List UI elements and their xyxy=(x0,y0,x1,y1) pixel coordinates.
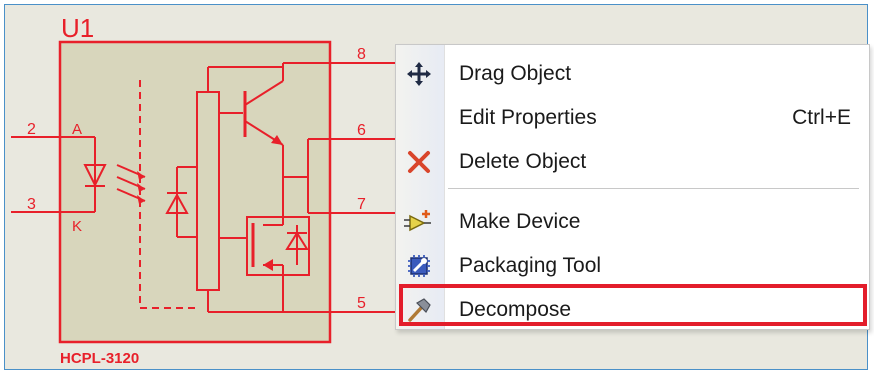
pin-a-label: A xyxy=(72,121,82,138)
context-menu: Drag Object Edit Properties Ctrl+E Delet… xyxy=(395,44,870,330)
menu-item-label: Decompose xyxy=(459,298,572,321)
menu-item-label: Packaging Tool xyxy=(459,254,602,277)
pin-8-label: 8 xyxy=(357,46,366,63)
menu-separator xyxy=(448,188,859,189)
hammer-icon xyxy=(404,296,434,324)
pin-7-label: 7 xyxy=(357,196,366,213)
menu-item-delete-object[interactable]: Delete Object xyxy=(396,140,869,184)
make-device-icon xyxy=(404,208,434,236)
menu-item-edit-properties[interactable]: Edit Properties Ctrl+E xyxy=(396,96,869,140)
component-body[interactable] xyxy=(58,40,332,344)
part-reference-label: U1 xyxy=(61,13,94,43)
pin-6-label: 6 xyxy=(357,122,366,139)
part-value-label: HCPL-3120 xyxy=(60,350,139,367)
pin-2-label: 2 xyxy=(27,121,36,138)
menu-item-make-device[interactable]: Make Device xyxy=(396,200,869,244)
delete-x-icon xyxy=(404,148,434,176)
packaging-tool-icon xyxy=(404,252,434,280)
menu-item-packaging-tool[interactable]: Packaging Tool xyxy=(396,244,869,288)
pin-k-label: K xyxy=(72,218,82,235)
menu-item-shortcut: Ctrl+E xyxy=(792,106,851,129)
pin-5-label: 5 xyxy=(357,295,366,312)
menu-item-label: Drag Object xyxy=(459,62,572,85)
menu-item-label: Delete Object xyxy=(459,150,587,173)
menu-item-label: Make Device xyxy=(459,210,581,233)
menu-item-decompose[interactable]: Decompose xyxy=(396,288,869,332)
amplifier-block xyxy=(196,91,220,291)
menu-item-drag-object[interactable]: Drag Object xyxy=(396,52,869,96)
move-arrows-icon xyxy=(404,60,434,88)
pin-3-label: 3 xyxy=(27,196,36,213)
menu-item-label: Edit Properties xyxy=(459,106,597,129)
